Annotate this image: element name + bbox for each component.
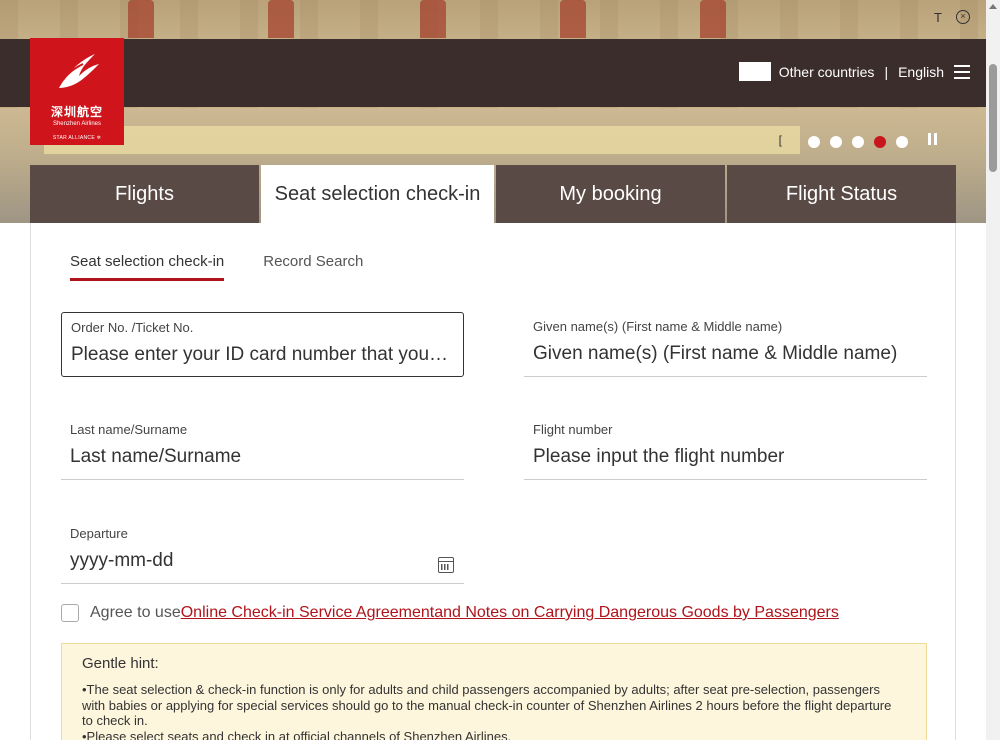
scrollbar-thumb[interactable] (989, 64, 997, 172)
scrollbar[interactable] (986, 0, 1000, 740)
main-tabs: Flights Seat selection check-in My booki… (30, 165, 956, 223)
hint-title: Gentle hint: (82, 655, 159, 672)
order-number-label: Order No. /Ticket No. (71, 320, 194, 335)
flag-icon (738, 62, 771, 81)
departure-field[interactable]: Departure yyyy-mm-dd (61, 519, 464, 584)
departure-label: Departure (70, 526, 128, 541)
scroll-up-icon[interactable] (989, 4, 997, 9)
language-selector[interactable]: English (898, 64, 944, 80)
order-number-field[interactable]: Order No. /Ticket No. Please enter your … (61, 312, 464, 377)
checkin-card: Seat selection check-in Record Search Or… (30, 223, 956, 740)
last-name-field[interactable]: Last name/Surname Last name/Surname (61, 415, 464, 480)
hero-figure (560, 0, 586, 38)
given-name-field[interactable]: Given name(s) (First name & Middle name)… (524, 312, 927, 377)
logo[interactable]: 深圳航空 Shenzhen Airlines STAR ALLIANCE ✲ (30, 38, 124, 145)
menu-icon[interactable] (954, 64, 970, 79)
given-name-input[interactable]: Given name(s) (First name & Middle name) (533, 343, 913, 365)
hero-figure (700, 0, 726, 38)
carousel-dots (808, 136, 908, 148)
carousel-dot-active[interactable] (874, 136, 886, 148)
hero-figure (128, 0, 154, 38)
last-name-label: Last name/Surname (70, 422, 188, 437)
sub-tabs: Seat selection check-in Record Search (70, 253, 363, 281)
tab-flights[interactable]: Flights (30, 165, 259, 223)
last-name-input[interactable]: Last name/Surname (70, 446, 450, 468)
agreement-row: Agree to use Online Check-in Service Agre… (61, 604, 839, 622)
flight-number-label: Flight number (533, 422, 613, 437)
dangerous-goods-link[interactable]: and Notes on Carrying Dangerous Goods by… (434, 604, 839, 622)
notice-glyph: [ (778, 133, 782, 147)
agree-prefix: Agree to use (90, 604, 181, 621)
gentle-hint-box: Gentle hint: •The seat selection & check… (61, 643, 927, 740)
flight-number-input[interactable]: Please input the flight number (533, 446, 913, 468)
bird-logo-icon (59, 54, 99, 88)
hint-line: •Please select seats and check in at off… (82, 728, 512, 740)
carousel-dot[interactable] (852, 136, 864, 148)
subtab-record-search[interactable]: Record Search (263, 253, 363, 281)
departure-input[interactable]: yyyy-mm-dd (70, 550, 450, 572)
logo-text-cn: 深圳航空 (50, 105, 103, 119)
logo-alliance: STAR ALLIANCE ✲ (52, 135, 102, 141)
carousel-dot[interactable] (808, 136, 820, 148)
tab-seat-selection-check-in[interactable]: Seat selection check-in (261, 165, 494, 223)
carousel-dot[interactable] (830, 136, 842, 148)
tab-flight-status[interactable]: Flight Status (727, 165, 956, 223)
nav-right: Other countries | English (738, 62, 970, 81)
hero-figure (268, 0, 294, 38)
service-agreement-link[interactable]: Online Check-in Service Agreement (181, 604, 434, 622)
flight-number-field[interactable]: Flight number Please input the flight nu… (524, 415, 927, 480)
calendar-icon[interactable] (438, 557, 454, 573)
hero-figure (420, 0, 446, 38)
given-name-label: Given name(s) (First name & Middle name) (533, 319, 783, 334)
country-selector[interactable]: Other countries (779, 64, 875, 80)
carousel-dot[interactable] (896, 136, 908, 148)
hint-text: •The seat selection & check-in function … (82, 682, 896, 740)
tab-my-booking[interactable]: My booking (496, 165, 725, 223)
translate-icon[interactable]: T (934, 10, 942, 25)
nav-separator: | (884, 63, 889, 80)
notice-bar: [ (44, 126, 800, 154)
agree-checkbox[interactable] (61, 604, 79, 622)
close-icon[interactable]: × (956, 10, 970, 24)
subtab-seat-selection-check-in[interactable]: Seat selection check-in (70, 253, 225, 281)
logo-text-en: Shenzhen Airlines (52, 121, 102, 127)
order-number-input[interactable]: Please enter your ID card number that yo… (71, 344, 449, 366)
pause-icon[interactable] (928, 133, 937, 145)
hint-line: •The seat selection & check-in function … (82, 682, 892, 728)
top-utility: T × (934, 10, 970, 25)
